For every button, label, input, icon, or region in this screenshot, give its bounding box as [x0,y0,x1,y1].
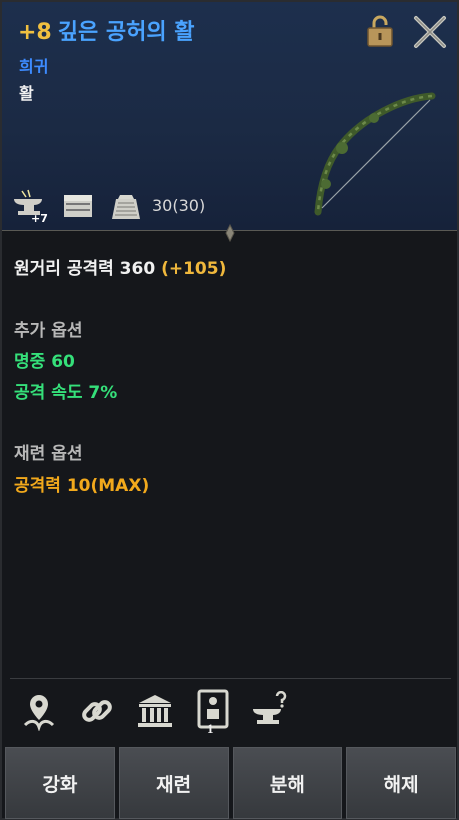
enhance-level: +8 [18,20,52,45]
item-type: 활 [19,84,34,103]
bottom-divider [10,678,451,679]
bow-image [314,92,436,216]
main-stat: 원거리 공격력 360 (+105) [14,254,226,279]
main-stat-label: 원거리 공격력 360 [14,259,156,279]
character-card-icon[interactable]: 1 [190,689,236,733]
item-title: +8 깊은 공허의 활 [18,14,195,46]
disassemble-button[interactable]: 분해 [232,747,343,819]
unequip-button[interactable]: 해제 [346,747,456,819]
reroll-button[interactable]: 재련 [118,747,229,819]
reroll-option-attack: 공격력 10(MAX) [14,476,150,496]
card-badge: 1 [207,721,214,733]
storage-chest-icon[interactable] [60,189,96,221]
extra-options-header: 추가 옵션 [14,321,83,341]
extra-option-accuracy: 명중 60 [14,352,75,372]
action-button-row: 강화 재련 분해 해제 [5,747,456,819]
item-stat-icons: +7 30(30) [12,188,206,225]
enhance-button[interactable]: 강화 [5,747,115,819]
close-icon[interactable] [412,14,448,50]
durability-value: 30(30) [152,195,206,215]
main-stat-bonus: (+105) [161,259,227,279]
action-icon-bar: 1 [16,689,306,733]
bank-icon[interactable] [132,690,178,732]
reroll-options-header: 재련 옵션 [14,444,83,464]
item-tooltip-panel: +8 깊은 공허의 활 희귀 활 +7 30(30) 원거리 공격력 360 (… [0,0,459,820]
item-name: 깊은 공허의 활 [57,20,195,45]
unlock-icon[interactable] [366,14,394,48]
item-grade: 희귀 [19,57,49,76]
weight-icon [108,189,144,221]
anvil-icon[interactable]: +7 [12,189,48,225]
extra-option-attack-speed: 공격 속도 7% [14,383,118,403]
anvil-question-icon[interactable] [248,690,294,732]
chain-link-icon[interactable] [74,690,120,732]
pin-leaf-icon[interactable] [16,690,62,732]
enhance-badge: +7 [31,212,48,225]
item-header: +8 깊은 공허의 활 희귀 활 +7 30(30) [2,2,457,231]
divider-ornament [225,223,235,243]
